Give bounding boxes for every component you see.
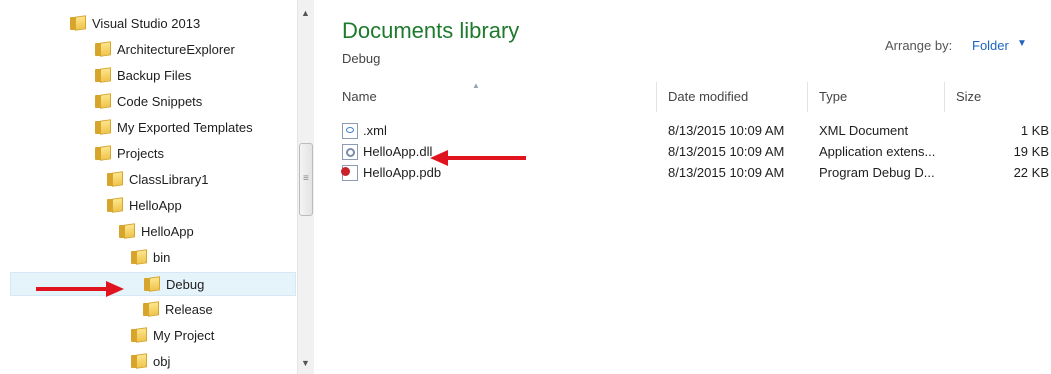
file-date-modified: 8/13/2015 10:09 AM bbox=[668, 144, 785, 159]
tree-item-my-project[interactable]: My Project bbox=[0, 324, 296, 348]
scroll-thumb[interactable]: ≡ bbox=[299, 143, 313, 216]
file-name: HelloApp.dll bbox=[363, 144, 433, 159]
tree-item-architectureexplorer[interactable]: ArchitectureExplorer bbox=[0, 38, 296, 62]
file-name: .xml bbox=[363, 123, 387, 138]
folder-icon bbox=[95, 67, 111, 83]
folder-icon bbox=[143, 301, 159, 317]
folder-icon bbox=[95, 145, 111, 161]
navigation-scrollbar[interactable]: ▲ ≡ ▼ bbox=[297, 0, 314, 374]
dropdown-caret-icon[interactable]: ▼ bbox=[1017, 38, 1027, 49]
column-header-type[interactable]: Type bbox=[819, 89, 847, 113]
file-size: 1 KB bbox=[1020, 123, 1049, 138]
folder-icon bbox=[131, 353, 147, 369]
tree-item-obj[interactable]: obj bbox=[0, 350, 296, 374]
file-type: Program Debug D... bbox=[819, 165, 935, 180]
navigation-pane: Visual Studio 2013 ArchitectureExplorer Ba… bbox=[0, 0, 316, 374]
folder-icon bbox=[95, 119, 111, 135]
tree-item-label: ClassLibrary1 bbox=[129, 172, 209, 187]
scroll-up-arrow-icon[interactable]: ▲ bbox=[301, 8, 310, 18]
column-header-name[interactable]: Name bbox=[342, 89, 377, 113]
tree-item-label: My Project bbox=[153, 328, 215, 343]
tree-item-label: Code Snippets bbox=[117, 94, 203, 109]
content-pane: Documents library Debug Arrange by: Fold… bbox=[316, 0, 1051, 374]
file-date-modified: 8/13/2015 10:09 AM bbox=[668, 123, 785, 138]
folder-icon bbox=[131, 249, 147, 265]
tree-item-label: Backup Files bbox=[117, 68, 192, 83]
tree-item-projects[interactable]: Projects bbox=[0, 142, 296, 166]
folder-icon bbox=[70, 15, 86, 31]
tree-item-helloapp[interactable]: HelloApp bbox=[0, 220, 296, 244]
file-size: 22 KB bbox=[1013, 165, 1049, 180]
file-row[interactable]: .xml 8/13/2015 10:09 AM XML Document 1 KB bbox=[342, 121, 1051, 141]
column-header-date-modified[interactable]: Date modified bbox=[668, 89, 748, 113]
tree-item-backup-files[interactable]: Backup Files bbox=[0, 64, 296, 88]
pdb-file-icon bbox=[341, 165, 358, 181]
file-type: Application extens... bbox=[819, 144, 936, 159]
xml-file-icon bbox=[342, 123, 358, 139]
arrange-by-label: Arrange by: bbox=[885, 38, 953, 53]
folder-icon bbox=[107, 197, 123, 213]
folder-icon bbox=[131, 327, 147, 343]
scroll-grip-icon: ≡ bbox=[303, 173, 309, 184]
folder-icon bbox=[95, 93, 111, 109]
tree-item-label: Projects bbox=[117, 146, 164, 161]
tree-item-label: ArchitectureExplorer bbox=[117, 42, 235, 57]
dll-file-icon bbox=[342, 144, 358, 160]
tree-item-helloapp[interactable]: HelloApp bbox=[0, 194, 296, 218]
column-divider[interactable] bbox=[944, 82, 945, 112]
column-header-size[interactable]: Size bbox=[956, 89, 981, 113]
tree-item-label: bin bbox=[153, 250, 171, 265]
tree-item-bin[interactable]: bin bbox=[0, 246, 296, 270]
tree-item-code-snippets[interactable]: Code Snippets bbox=[0, 90, 296, 114]
scroll-down-arrow-icon[interactable]: ▼ bbox=[301, 358, 310, 368]
library-subtitle: Debug bbox=[342, 51, 381, 66]
tree-item-label: HelloApp bbox=[129, 198, 182, 213]
annotation-arrow-dll bbox=[430, 150, 526, 166]
tree-item-label: obj bbox=[153, 354, 171, 369]
column-divider[interactable] bbox=[807, 82, 808, 112]
library-title: Documents library bbox=[342, 18, 520, 43]
tree-item-label: My Exported Templates bbox=[117, 120, 253, 135]
tree-item-label: Debug bbox=[166, 277, 205, 292]
tree-item-label: HelloApp bbox=[141, 224, 194, 239]
column-divider[interactable] bbox=[656, 82, 657, 112]
tree-item-visual-studio-2013[interactable]: Visual Studio 2013 bbox=[0, 12, 296, 36]
tree-item-my-exported-templates[interactable]: My Exported Templates bbox=[0, 116, 296, 140]
folder-icon bbox=[107, 171, 123, 187]
sort-ascending-icon: ▲ bbox=[472, 81, 480, 90]
annotation-arrow-debug bbox=[36, 281, 124, 297]
file-size: 19 KB bbox=[1013, 144, 1049, 159]
tree-item-label: Release bbox=[165, 302, 213, 317]
arrange-by-dropdown[interactable]: Folder bbox=[972, 38, 1009, 53]
tree-item-label: Visual Studio 2013 bbox=[92, 16, 201, 31]
folder-icon bbox=[119, 223, 135, 239]
tree-item-release[interactable]: Release bbox=[0, 298, 296, 322]
file-date-modified: 8/13/2015 10:09 AM bbox=[668, 165, 785, 180]
folder-icon bbox=[144, 276, 160, 292]
folder-icon bbox=[95, 41, 111, 57]
file-type: XML Document bbox=[819, 123, 909, 138]
tree-item-classlibrary1[interactable]: ClassLibrary1 bbox=[0, 168, 296, 192]
